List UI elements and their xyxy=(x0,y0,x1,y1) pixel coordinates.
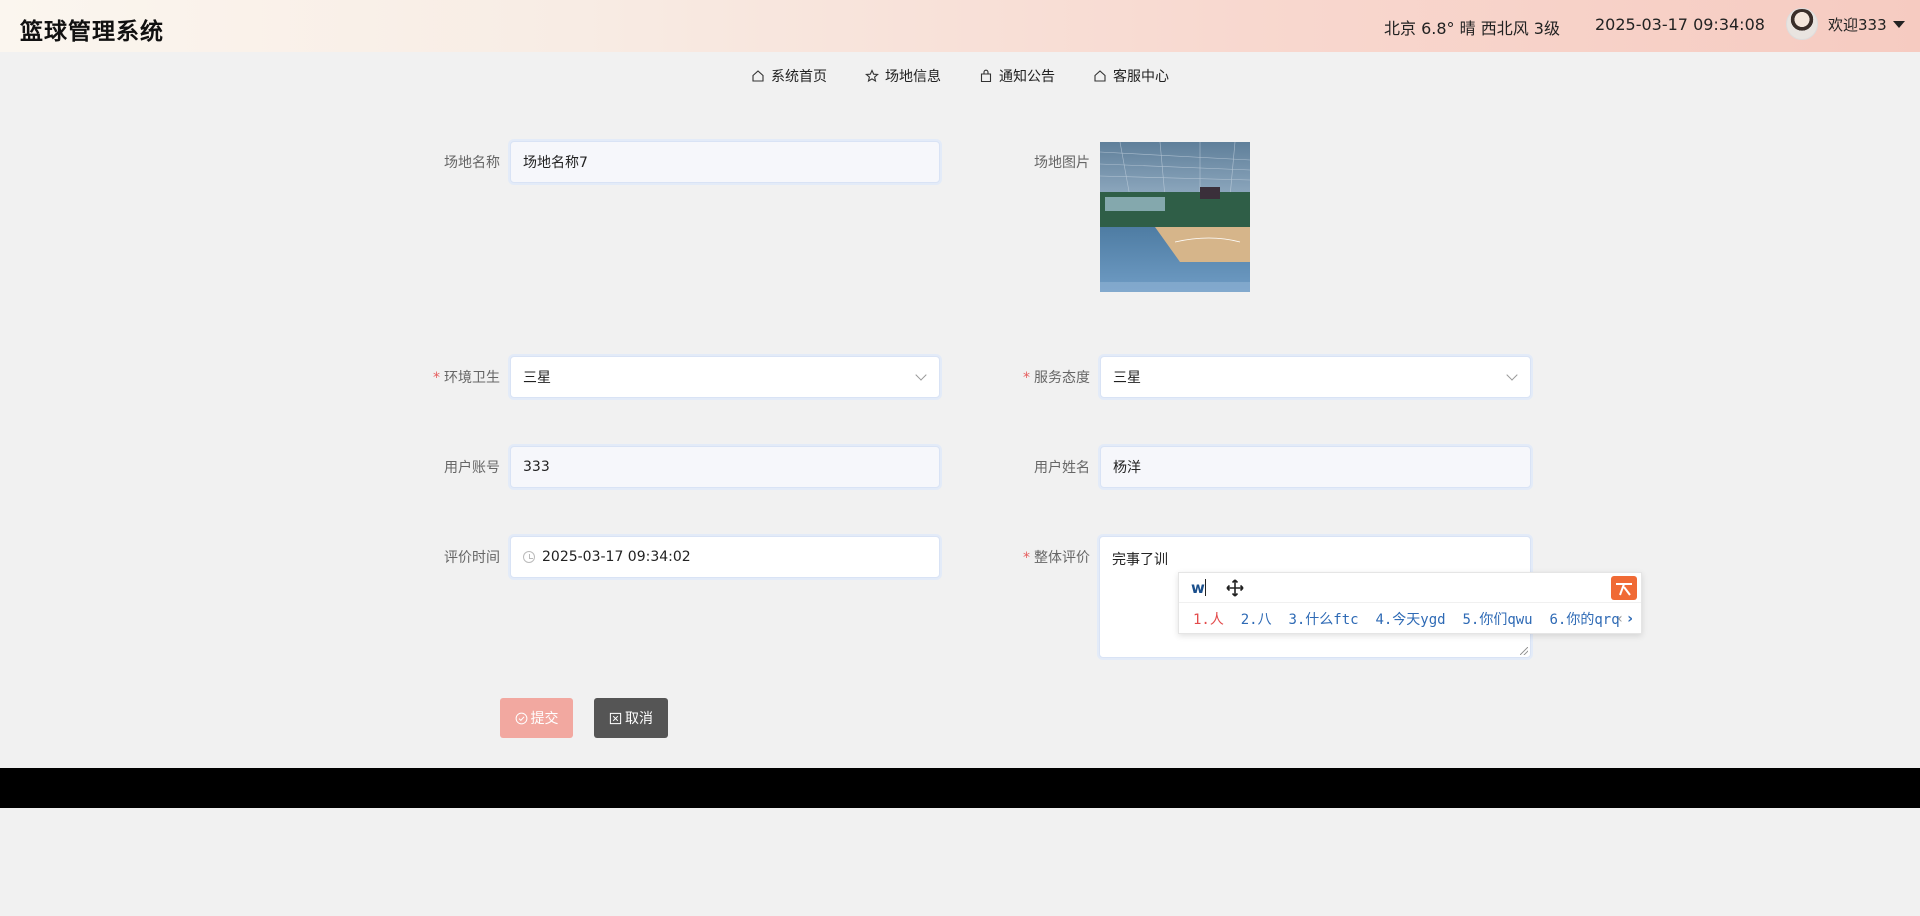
username-value: 杨洋 xyxy=(1113,460,1141,476)
close-square-icon xyxy=(609,712,622,724)
overall-label: * 整体评价 xyxy=(990,547,1090,567)
ime-candidate[interactable]: 5.你们qwu xyxy=(1462,612,1532,628)
account-field[interactable]: 333 xyxy=(510,446,940,488)
hygiene-label: * 环境卫生 xyxy=(400,367,500,387)
bag-icon xyxy=(980,69,992,83)
eval-time-value: 2025-03-17 09:34:02 xyxy=(542,549,691,565)
nav-item-label: 通知公告 xyxy=(999,69,1055,85)
nav-item-label: 场地信息 xyxy=(885,69,941,85)
chevron-left-icon[interactable]: ‹ xyxy=(1617,611,1623,627)
venue-name-field[interactable]: 场地名称7 xyxy=(510,141,940,183)
ime-candidate-list: 1.人 2.八 3.什么ftc 4.今天ygd 5.你们qwu 6.你的qrq xyxy=(1193,609,1620,629)
check-circle-icon xyxy=(515,712,527,724)
hygiene-value: 三星 xyxy=(523,370,551,386)
cancel-button[interactable]: 取消 xyxy=(594,698,668,738)
current-datetime: 2025-03-17 09:34:08 xyxy=(1595,15,1765,34)
ime-candidate[interactable]: 1.人 xyxy=(1193,612,1224,628)
nav-item-label: 客服中心 xyxy=(1113,69,1169,85)
ime-candidate[interactable]: 2.八 xyxy=(1241,612,1272,628)
text-cursor xyxy=(1205,579,1206,596)
account-value: 333 xyxy=(523,459,550,475)
ime-input-text: w xyxy=(1191,579,1205,597)
clock-icon xyxy=(523,551,535,563)
hygiene-select[interactable]: 三星 xyxy=(510,356,940,398)
cancel-label: 取消 xyxy=(625,711,653,727)
avatar xyxy=(1786,8,1818,40)
overall-value: 完事了训 xyxy=(1112,552,1168,568)
required-mark: * xyxy=(433,370,440,386)
nav-item-label: 系统首页 xyxy=(771,69,827,85)
ime-candidate[interactable]: 6.你的qrq xyxy=(1549,612,1619,628)
footer-bar xyxy=(0,768,1920,808)
submit-label: 提交 xyxy=(530,711,559,727)
move-icon[interactable] xyxy=(1225,578,1245,598)
required-mark: * xyxy=(1023,370,1030,386)
username-label: 用户姓名 xyxy=(1034,460,1090,476)
weather-info: 北京 6.8° 晴 西北风 3级 xyxy=(1384,19,1560,38)
venue-name-label: 场地名称 xyxy=(444,155,500,171)
venue-name-value: 场地名称7 xyxy=(523,155,588,171)
username-field[interactable]: 杨洋 xyxy=(1100,446,1531,488)
eval-time-label: 评价时间 xyxy=(444,550,500,566)
home-icon xyxy=(1094,70,1106,82)
caret-down-icon xyxy=(1892,20,1905,28)
overall-label-text: 整体评价 xyxy=(1034,550,1090,566)
resize-handle[interactable] xyxy=(1520,647,1528,655)
chevron-down-icon xyxy=(915,369,927,381)
account-label: 用户账号 xyxy=(444,460,500,476)
nav-item-support[interactable]: 客服中心 xyxy=(1093,66,1169,86)
service-label: * 服务态度 xyxy=(990,367,1090,387)
service-value: 三星 xyxy=(1113,370,1141,386)
ime-logo-icon[interactable] xyxy=(1611,576,1637,600)
venue-image xyxy=(1100,142,1250,292)
required-mark: * xyxy=(1023,550,1030,566)
hygiene-label-text: 环境卫生 xyxy=(444,370,500,386)
venue-image-label: 场地图片 xyxy=(1034,155,1090,171)
home-icon xyxy=(752,70,764,82)
ime-candidate[interactable]: 3.什么ftc xyxy=(1288,612,1358,628)
main-nav: 系统首页 场地信息 通知公告 客服中心 xyxy=(0,66,1920,86)
ime-page-arrows: ‹ › xyxy=(1617,611,1633,627)
top-header: 篮球管理系统 北京 6.8° 晴 西北风 3级 2025-03-17 09:34… xyxy=(0,0,1920,52)
nav-item-notices[interactable]: 通知公告 xyxy=(979,66,1055,86)
service-select[interactable]: 三星 xyxy=(1100,356,1531,398)
user-menu[interactable]: 欢迎333 xyxy=(1786,8,1905,40)
ime-candidate[interactable]: 4.今天ygd xyxy=(1375,612,1445,628)
chevron-right-icon[interactable]: › xyxy=(1627,611,1633,627)
app-logo-title: 篮球管理系统 xyxy=(20,19,164,45)
star-icon xyxy=(865,69,879,83)
ime-input-bar: w xyxy=(1179,573,1641,603)
service-label-text: 服务态度 xyxy=(1034,370,1090,386)
nav-item-home[interactable]: 系统首页 xyxy=(751,66,827,86)
chevron-down-icon xyxy=(1506,369,1518,381)
user-greeting: 欢迎333 xyxy=(1828,15,1887,34)
submit-button[interactable]: 提交 xyxy=(500,698,573,738)
eval-time-field[interactable]: 2025-03-17 09:34:02 xyxy=(510,536,940,578)
ime-candidate-popup: w 1.人 2.八 3.什么ftc 4.今天ygd 5.你们qwu 6.你的qr… xyxy=(1178,572,1642,634)
nav-item-venues[interactable]: 场地信息 xyxy=(865,66,941,86)
